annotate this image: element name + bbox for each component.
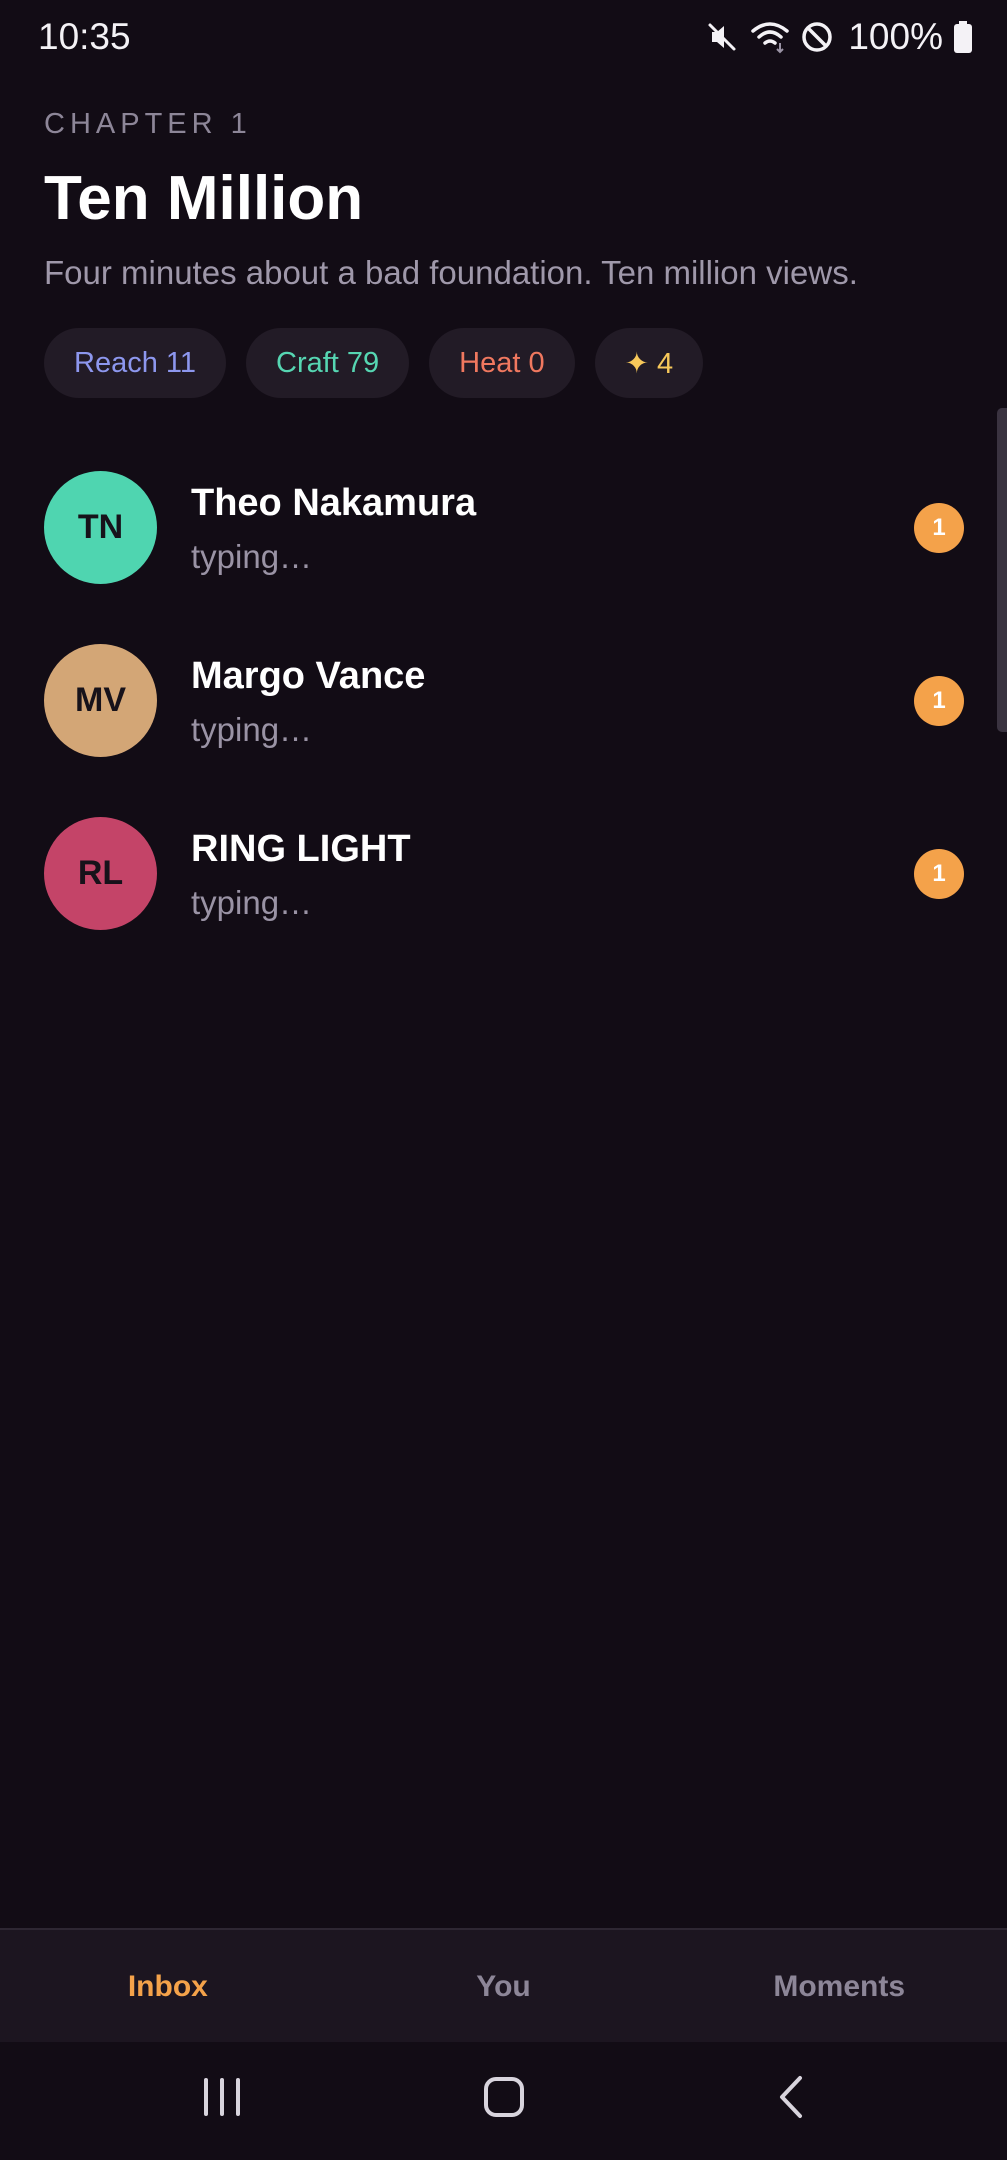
conversation-name: Margo Vance — [191, 655, 426, 697]
conversation-name: Theo Nakamura — [191, 482, 477, 524]
wifi-icon — [750, 19, 790, 55]
craft-chip: Craft 79 — [246, 328, 410, 398]
conversation-preview: typing… — [191, 711, 313, 748]
stat-chips: Reach 11 Craft 79 Heat 0 ✦ 4 — [44, 328, 704, 398]
conversation-preview: typing… — [191, 884, 313, 921]
battery-icon — [953, 20, 973, 54]
home-icon[interactable] — [482, 2072, 526, 2127]
reach-chip: Reach 11 — [44, 328, 226, 398]
bottom-tab-bar: Inbox You Moments — [0, 1928, 1007, 2044]
tab-moments[interactable]: Moments — [671, 1970, 1007, 2004]
system-nav-bar — [0, 2042, 1007, 2160]
status-time: 10:35 — [38, 16, 131, 57]
do-not-disturb-icon — [800, 20, 834, 54]
back-icon[interactable] — [770, 2072, 814, 2127]
mute-icon — [704, 19, 740, 55]
chapter-header: CHAPTER 1 Ten Million Four minutes about… — [44, 108, 964, 292]
tab-you[interactable]: You — [336, 1970, 672, 2004]
conversation-item-theo[interactable]: TN Theo Nakamura typing… 1 — [0, 466, 1007, 639]
tab-inbox[interactable]: Inbox — [0, 1970, 336, 2004]
status-bar: 10:35 100% — [0, 0, 1007, 76]
status-icons: 100% — [704, 16, 973, 58]
conversation-list: TN Theo Nakamura typing… 1 MV Margo Vanc… — [0, 466, 1007, 985]
conversation-name: RING LIGHT — [191, 828, 411, 870]
avatar: MV — [44, 644, 157, 757]
chapter-title: Ten Million — [44, 164, 364, 233]
avatar: TN — [44, 471, 157, 584]
stars-chip: ✦ 4 — [594, 328, 704, 398]
recent-apps-icon[interactable] — [200, 2072, 244, 2127]
conversation-item-ring-light[interactable]: RL RING LIGHT typing… 1 — [0, 812, 1007, 985]
conversation-preview: typing… — [191, 538, 313, 575]
avatar: RL — [44, 817, 157, 930]
unread-badge: 1 — [914, 676, 964, 726]
conversation-item-margo[interactable]: MV Margo Vance typing… 1 — [0, 639, 1007, 812]
unread-badge: 1 — [914, 503, 964, 553]
battery-percentage: 100% — [848, 16, 943, 57]
unread-badge: 1 — [914, 849, 964, 899]
chapter-label: CHAPTER 1 — [44, 108, 252, 140]
heat-chip: Heat 0 — [429, 328, 575, 398]
chapter-subtitle: Four minutes about a bad foundation. Ten… — [44, 254, 858, 291]
